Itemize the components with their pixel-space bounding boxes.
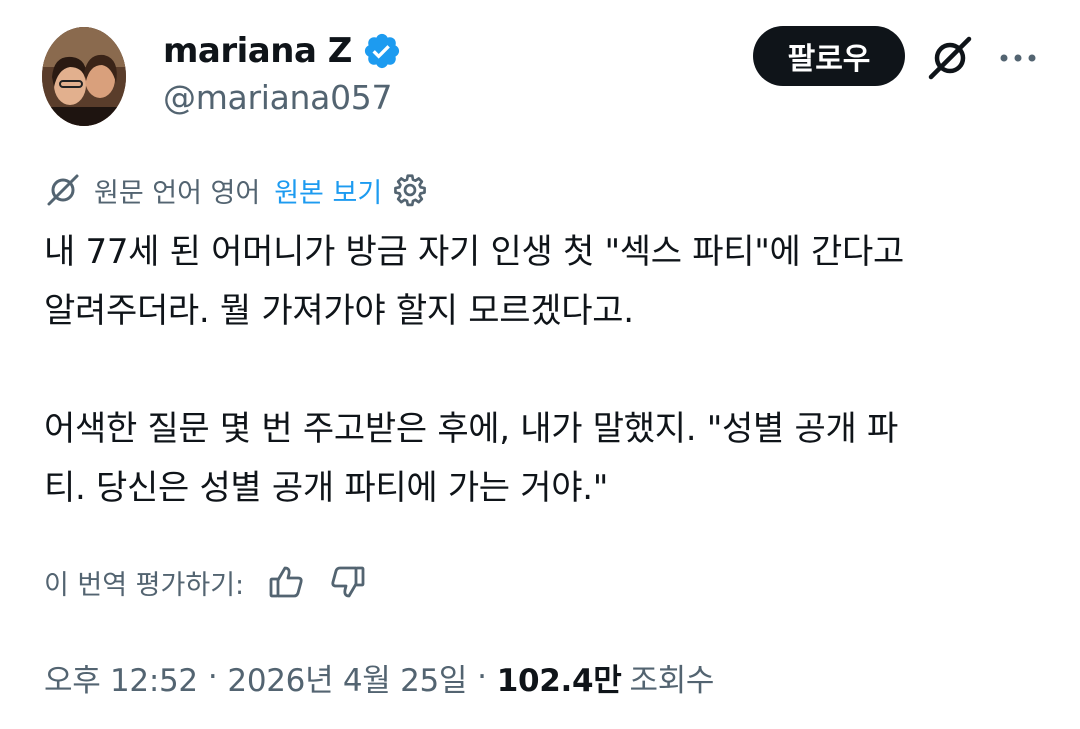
globe-translate-icon <box>44 171 82 209</box>
follow-button[interactable]: 팔로우 <box>753 26 905 86</box>
source-language-text: 원문 언어 영어 <box>94 177 261 209</box>
tweet-time[interactable]: 오후 12:52 <box>44 655 198 700</box>
tweet-paragraph: 어색한 질문 몇 번 주고받은 후에, 내가 말했지. "성별 공개 파 티. … <box>44 409 898 508</box>
tweet-date[interactable]: 2026년 4월 25일 <box>227 655 467 700</box>
verified-badge-icon[interactable] <box>362 31 402 71</box>
profile-photo <box>42 27 126 126</box>
translation-bar: 원문 언어 영어 원본 보기 <box>44 170 428 210</box>
views-count: 102.4만 <box>496 662 622 699</box>
tweet-meta: 오후 12:52 · 2026년 4월 25일 · 102.4만 조회수 <box>44 655 714 699</box>
tweet-header: mariana Z @mariana057 팔로우 <box>0 0 1080 140</box>
user-handle[interactable]: @mariana057 <box>163 78 392 117</box>
more-dots-icon[interactable] <box>996 36 1040 80</box>
rate-translation-row: 이 번역 평가하기: <box>44 560 368 604</box>
display-name-row[interactable]: mariana Z <box>163 28 402 74</box>
avatar[interactable] <box>42 27 126 126</box>
rate-translation-label: 이 번역 평가하기: <box>44 569 245 601</box>
separator: · <box>207 659 218 695</box>
thumbs-up-icon[interactable] <box>266 562 306 602</box>
show-original-link[interactable]: 원본 보기 <box>274 171 382 210</box>
grok-icon[interactable] <box>925 33 975 83</box>
tweet-text: 내 77세 된 어머니가 방금 자기 인생 첫 "섹스 파티"에 간다고 알려주… <box>44 223 1034 518</box>
thumbs-down-icon[interactable] <box>328 562 368 602</box>
separator: · <box>477 659 487 695</box>
views-label: 조회수 <box>629 662 715 699</box>
gear-icon[interactable] <box>392 172 428 208</box>
tweet-paragraph: 내 77세 된 어머니가 방금 자기 인생 첫 "섹스 파티"에 간다고 알려주… <box>44 232 904 331</box>
display-name[interactable]: mariana Z <box>163 31 352 71</box>
